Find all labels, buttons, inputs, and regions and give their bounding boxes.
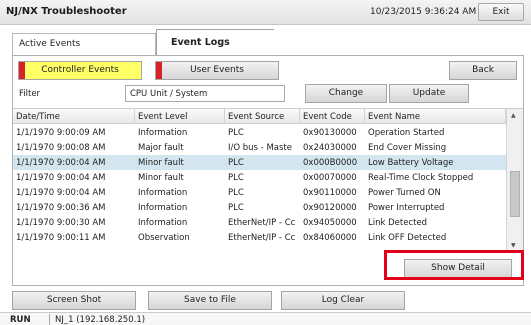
table-header: Date/Time Event Level Event Source Event… [13,109,506,124]
title-bar: NJ/NX Troubleshooter 10/23/2015 9:36:24 … [0,0,531,25]
cell-event-source: PLC [228,173,244,183]
cell-event-code: 0x90110000 [303,188,357,198]
cell-event-name: Link OFF Detected [368,233,447,243]
cell-datetime: 1/1/1970 9:00:09 AM [16,128,106,138]
tab-active-events[interactable]: Active Events [12,33,156,55]
change-button[interactable]: Change [305,84,387,103]
column-header-datetime[interactable]: Date/Time [13,109,135,124]
column-header-event-level[interactable]: Event Level [135,109,225,124]
event-log-table: Date/Time Event Level Event Source Event… [13,108,523,253]
cell-event-level: Information [138,218,188,228]
column-header-event-code[interactable]: Event Code [300,109,365,124]
table-row[interactable]: 1/1/1970 9:00:04 AM Information PLC 0x90… [13,185,506,200]
category-marker [156,62,162,79]
column-header-event-source[interactable]: Event Source [225,109,300,124]
connection-status: NJ_1 (192.168.250.1) [55,315,146,325]
cell-event-code: 0x94050000 [303,218,357,228]
cell-event-level: Information [138,188,188,198]
cell-datetime: 1/1/1970 9:00:08 AM [16,143,106,153]
cell-event-name: Power Interrupted [368,203,445,213]
cell-event-name: End Cover Missing [368,143,447,153]
cell-event-code: 0x24030000 [303,143,357,153]
table-row[interactable]: 1/1/1970 9:00:09 AM Information PLC 0x90… [13,125,506,140]
cell-event-source: EtherNet/IP - Cc [228,233,296,243]
user-events-label: User Events [190,65,244,75]
run-mode-status: RUN [10,315,31,325]
status-divider [49,314,50,325]
controller-events-button[interactable]: Controller Events [18,61,142,80]
scroll-down-arrow-icon[interactable]: ▼ [511,242,516,249]
controller-events-label: Controller Events [41,65,119,75]
log-clear-button[interactable]: Log Clear [281,291,405,310]
exit-button[interactable]: Exit [478,3,524,21]
cell-event-level: Major fault [138,143,184,153]
scroll-thumb[interactable] [510,171,520,217]
cell-datetime: 1/1/1970 9:00:36 AM [16,203,106,213]
cell-event-name: Operation Started [368,128,445,138]
table-row[interactable]: 1/1/1970 9:00:36 AM Information PLC 0x90… [13,200,506,215]
user-events-button[interactable]: User Events [155,61,279,80]
cell-event-source: PLC [228,188,244,198]
cell-event-source: I/O bus - Maste [228,143,292,153]
column-header-event-name[interactable]: Event Name [365,109,506,124]
screen-shot-button[interactable]: Screen Shot [12,291,136,310]
cell-event-level: Information [138,128,188,138]
cell-event-code: 0x00070000 [303,173,357,183]
show-detail-button[interactable]: Show Detail [404,259,512,278]
table-row-selected[interactable]: 1/1/1970 9:00:04 AM Minor fault PLC 0x00… [13,155,506,170]
cell-event-code: 0x90130000 [303,128,357,138]
vertical-scrollbar[interactable]: ▲ ▼ [506,109,523,253]
cell-datetime: 1/1/1970 9:00:04 AM [16,173,106,183]
datetime-display: 10/23/2015 9:36:24 AM [370,7,477,17]
table-row[interactable]: 1/1/1970 9:00:04 AM Minor fault PLC 0x00… [13,170,506,185]
status-bar: RUN NJ_1 (192.168.250.1) [0,312,531,325]
cell-event-name: Real-Time Clock Stopped [368,173,474,183]
tab-bar: Active Events Event Logs [0,25,531,56]
cell-event-name: Link Detected [368,218,428,228]
cell-event-level: Information [138,203,188,213]
event-logs-panel: Controller Events User Events Back Filte… [12,55,524,286]
cell-event-level: Observation [138,233,190,243]
app-title: NJ/NX Troubleshooter [6,6,127,17]
save-to-file-button[interactable]: Save to File [148,291,272,310]
scroll-up-arrow-icon[interactable]: ▲ [511,112,516,119]
cell-event-code: 0x90120000 [303,203,357,213]
cell-datetime: 1/1/1970 9:00:11 AM [16,233,106,243]
cell-event-name: Power Turned ON [368,188,441,198]
cell-datetime: 1/1/1970 9:00:04 AM [16,188,106,198]
tab-event-logs[interactable]: Event Logs [156,29,296,56]
cell-event-name: Low Battery Voltage [368,158,454,168]
cell-datetime: 1/1/1970 9:00:30 AM [16,218,106,228]
table-row[interactable]: 1/1/1970 9:00:11 AM Observation EtherNet… [13,230,506,245]
selected-marker [19,62,25,79]
back-button[interactable]: Back [449,61,517,80]
cell-event-source: EtherNet/IP - Cc [228,218,296,228]
cell-event-level: Minor fault [138,173,184,183]
table-row[interactable]: 1/1/1970 9:00:08 AM Major fault I/O bus … [13,140,506,155]
cell-event-source: PLC [228,128,244,138]
filter-field[interactable]: CPU Unit / System [125,85,285,102]
cell-event-source: PLC [228,158,244,168]
filter-label: Filter [19,89,41,99]
cell-datetime: 1/1/1970 9:00:04 AM [16,158,106,168]
cell-event-code: 0x000B0000 [303,158,358,168]
table-row[interactable]: 1/1/1970 9:00:30 AM Information EtherNet… [13,215,506,230]
cell-event-source: PLC [228,203,244,213]
cell-event-code: 0x84060000 [303,233,357,243]
cell-event-level: Minor fault [138,158,184,168]
update-button[interactable]: Update [389,84,469,103]
